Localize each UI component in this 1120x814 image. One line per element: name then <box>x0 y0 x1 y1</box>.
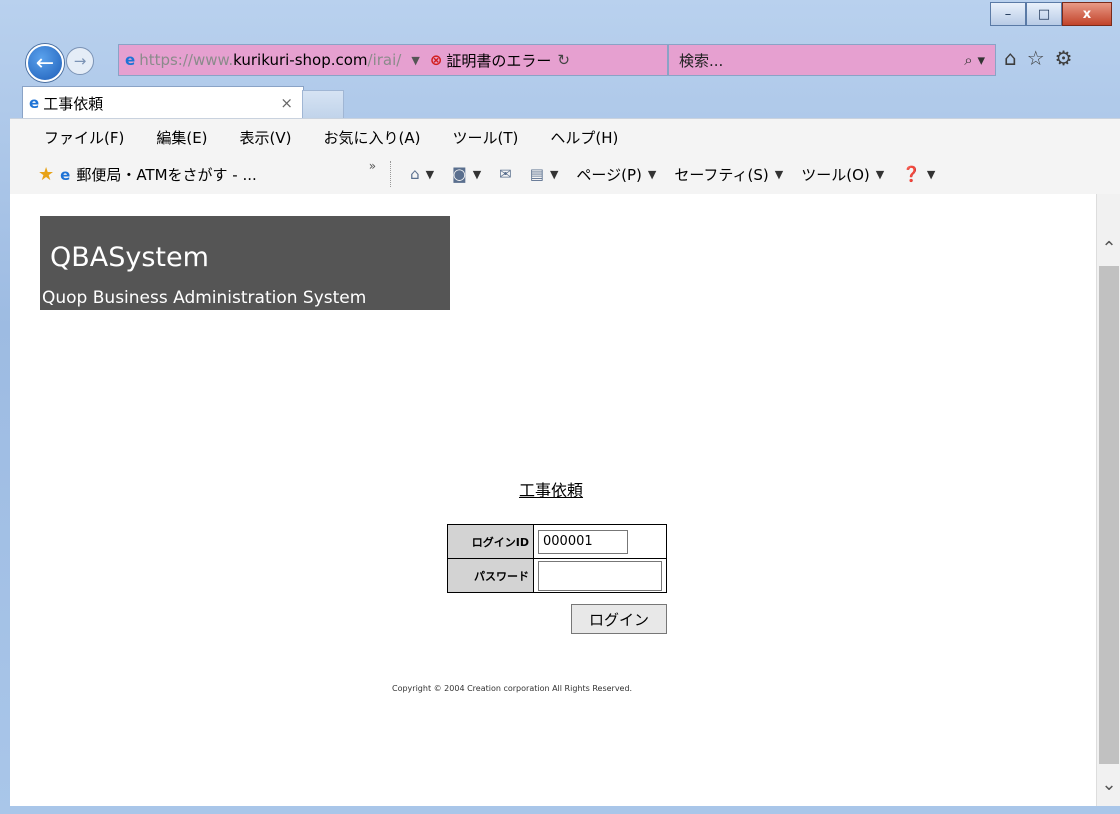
cert-error-icon[interactable]: ⊗ <box>430 51 443 69</box>
close-button[interactable]: x <box>1062 2 1112 26</box>
add-favorite-icon[interactable]: ★ <box>38 164 54 185</box>
chevron-down-icon: ▼ <box>774 167 784 181</box>
chevron-down-icon[interactable]: ▼ <box>411 54 419 67</box>
page-menu[interactable]: ページ(P) ▼ <box>576 164 656 185</box>
url-scheme: https://www. <box>139 51 234 69</box>
login-id-input[interactable]: 000001 <box>538 529 628 554</box>
system-banner: QBASystem Quop Business Administration S… <box>40 216 450 310</box>
gear-icon[interactable]: ⚙ <box>1055 46 1073 70</box>
forward-button[interactable]: → <box>66 47 94 75</box>
favorite-link-label: 郵便局・ATMをさがす - ... <box>76 165 257 184</box>
rss-icon: ◙ <box>452 165 467 183</box>
minimize-button[interactable]: – <box>990 2 1026 26</box>
chevron-down-icon: ▼ <box>472 167 482 181</box>
arrow-left-icon: ← <box>35 50 55 76</box>
login-id-label: ログインID <box>447 524 534 559</box>
menu-file[interactable]: ファイル(F) <box>44 127 124 148</box>
menu-tools[interactable]: ツール(T) <box>452 127 518 148</box>
chevron-down-icon: ▼ <box>549 167 559 181</box>
address-bar[interactable]: e https://www. kurikuri-shop.com/irai/ ▼ … <box>118 44 668 76</box>
close-tab-icon[interactable]: × <box>280 94 293 112</box>
tools-menu-label: ツール(O) <box>801 165 870 184</box>
vertical-scrollbar[interactable]: ⌃ ⌄ <box>1096 194 1120 806</box>
favorite-link[interactable]: e 郵便局・ATMをさがす - ... <box>60 164 257 185</box>
tab-title: 工事依頼 <box>43 94 104 113</box>
refresh-icon[interactable]: ↻ <box>557 51 570 69</box>
scroll-down-icon[interactable]: ⌄ <box>1097 774 1120 795</box>
help-icon: ❓ <box>902 165 921 183</box>
url-path: /irai/ <box>367 51 402 69</box>
scroll-up-icon[interactable]: ⌃ <box>1097 238 1120 259</box>
chevron-down-icon: ▼ <box>926 167 936 181</box>
search-input[interactable]: 検索... <box>679 50 964 71</box>
chevron-down-icon: ▼ <box>647 167 657 181</box>
menu-help[interactable]: ヘルプ(H) <box>550 127 618 148</box>
banner-subtitle: Quop Business Administration System <box>42 288 367 308</box>
search-icon[interactable]: ⌕ ▾ <box>964 51 985 69</box>
cert-error-label[interactable]: 証明書のエラー <box>446 50 551 71</box>
search-box[interactable]: 検索... ⌕ ▾ <box>668 44 996 76</box>
print-command[interactable]: ▤ ▼ <box>530 165 559 183</box>
print-icon: ▤ <box>529 165 544 183</box>
page-content: QBASystem Quop Business Administration S… <box>10 194 1096 806</box>
ie-logo-icon: e <box>125 51 136 69</box>
safety-menu-label: セーフティ(S) <box>674 165 769 184</box>
home-command[interactable]: ⌂ ▼ <box>410 165 434 183</box>
scroll-thumb[interactable] <box>1099 266 1119 764</box>
browser-window: – □ x ← → e https://www. kurikuri-shop.co… <box>0 0 1120 814</box>
separator <box>390 161 392 187</box>
page-menu-label: ページ(P) <box>576 165 642 184</box>
home-icon[interactable]: ⌂ <box>1004 46 1017 70</box>
arrow-right-icon: → <box>73 52 87 70</box>
copyright: Copyright © 2004 Creation corporation Al… <box>392 684 633 693</box>
login-form: ログインID 000001 パスワード <box>447 524 667 593</box>
menu-favorites[interactable]: お気に入り(A) <box>324 127 421 148</box>
ie-logo-icon: e <box>29 94 40 112</box>
menu-bar: ファイル(F) 編集(E) 表示(V) お気に入り(A) ツール(T) ヘルプ(… <box>10 118 1120 155</box>
password-label: パスワード <box>447 558 534 593</box>
chevron-down-icon: ▼ <box>875 167 885 181</box>
feeds-command[interactable]: ◙ ▼ <box>452 165 481 183</box>
url-host: kurikuri-shop.com <box>233 51 368 69</box>
command-bar: ★ e 郵便局・ATMをさがす - ... » ⌂ ▼ ◙ ▼ ✉ ▤ ▼ ページ(P)… <box>10 154 1120 195</box>
menu-view[interactable]: 表示(V) <box>240 127 292 148</box>
menu-edit[interactable]: 編集(E) <box>156 127 207 148</box>
banner-title: QBASystem <box>50 242 209 273</box>
password-input[interactable] <box>538 560 662 591</box>
help-command[interactable]: ❓ ▼ <box>902 165 935 183</box>
ie-logo-icon: e <box>60 165 71 184</box>
tools-menu[interactable]: ツール(O) ▼ <box>801 164 884 185</box>
mail-command[interactable]: ✉ <box>499 165 512 183</box>
new-tab-button[interactable] <box>302 90 344 119</box>
title-bar: – □ x <box>0 0 1120 40</box>
maximize-button[interactable]: □ <box>1026 2 1062 26</box>
login-button[interactable]: ログイン <box>571 604 667 634</box>
more-chevron-icon[interactable]: » <box>369 159 376 173</box>
favorites-star-icon[interactable]: ☆ <box>1027 46 1045 70</box>
chevron-down-icon: ▼ <box>425 167 435 181</box>
home-icon: ⌂ <box>410 165 420 183</box>
page-title: 工事依頼 <box>519 481 584 500</box>
mail-icon: ✉ <box>499 165 512 183</box>
safety-menu[interactable]: セーフティ(S) ▼ <box>674 164 783 185</box>
back-button[interactable]: ← <box>26 44 64 82</box>
tab-active[interactable]: e 工事依頼 × <box>22 86 304 119</box>
